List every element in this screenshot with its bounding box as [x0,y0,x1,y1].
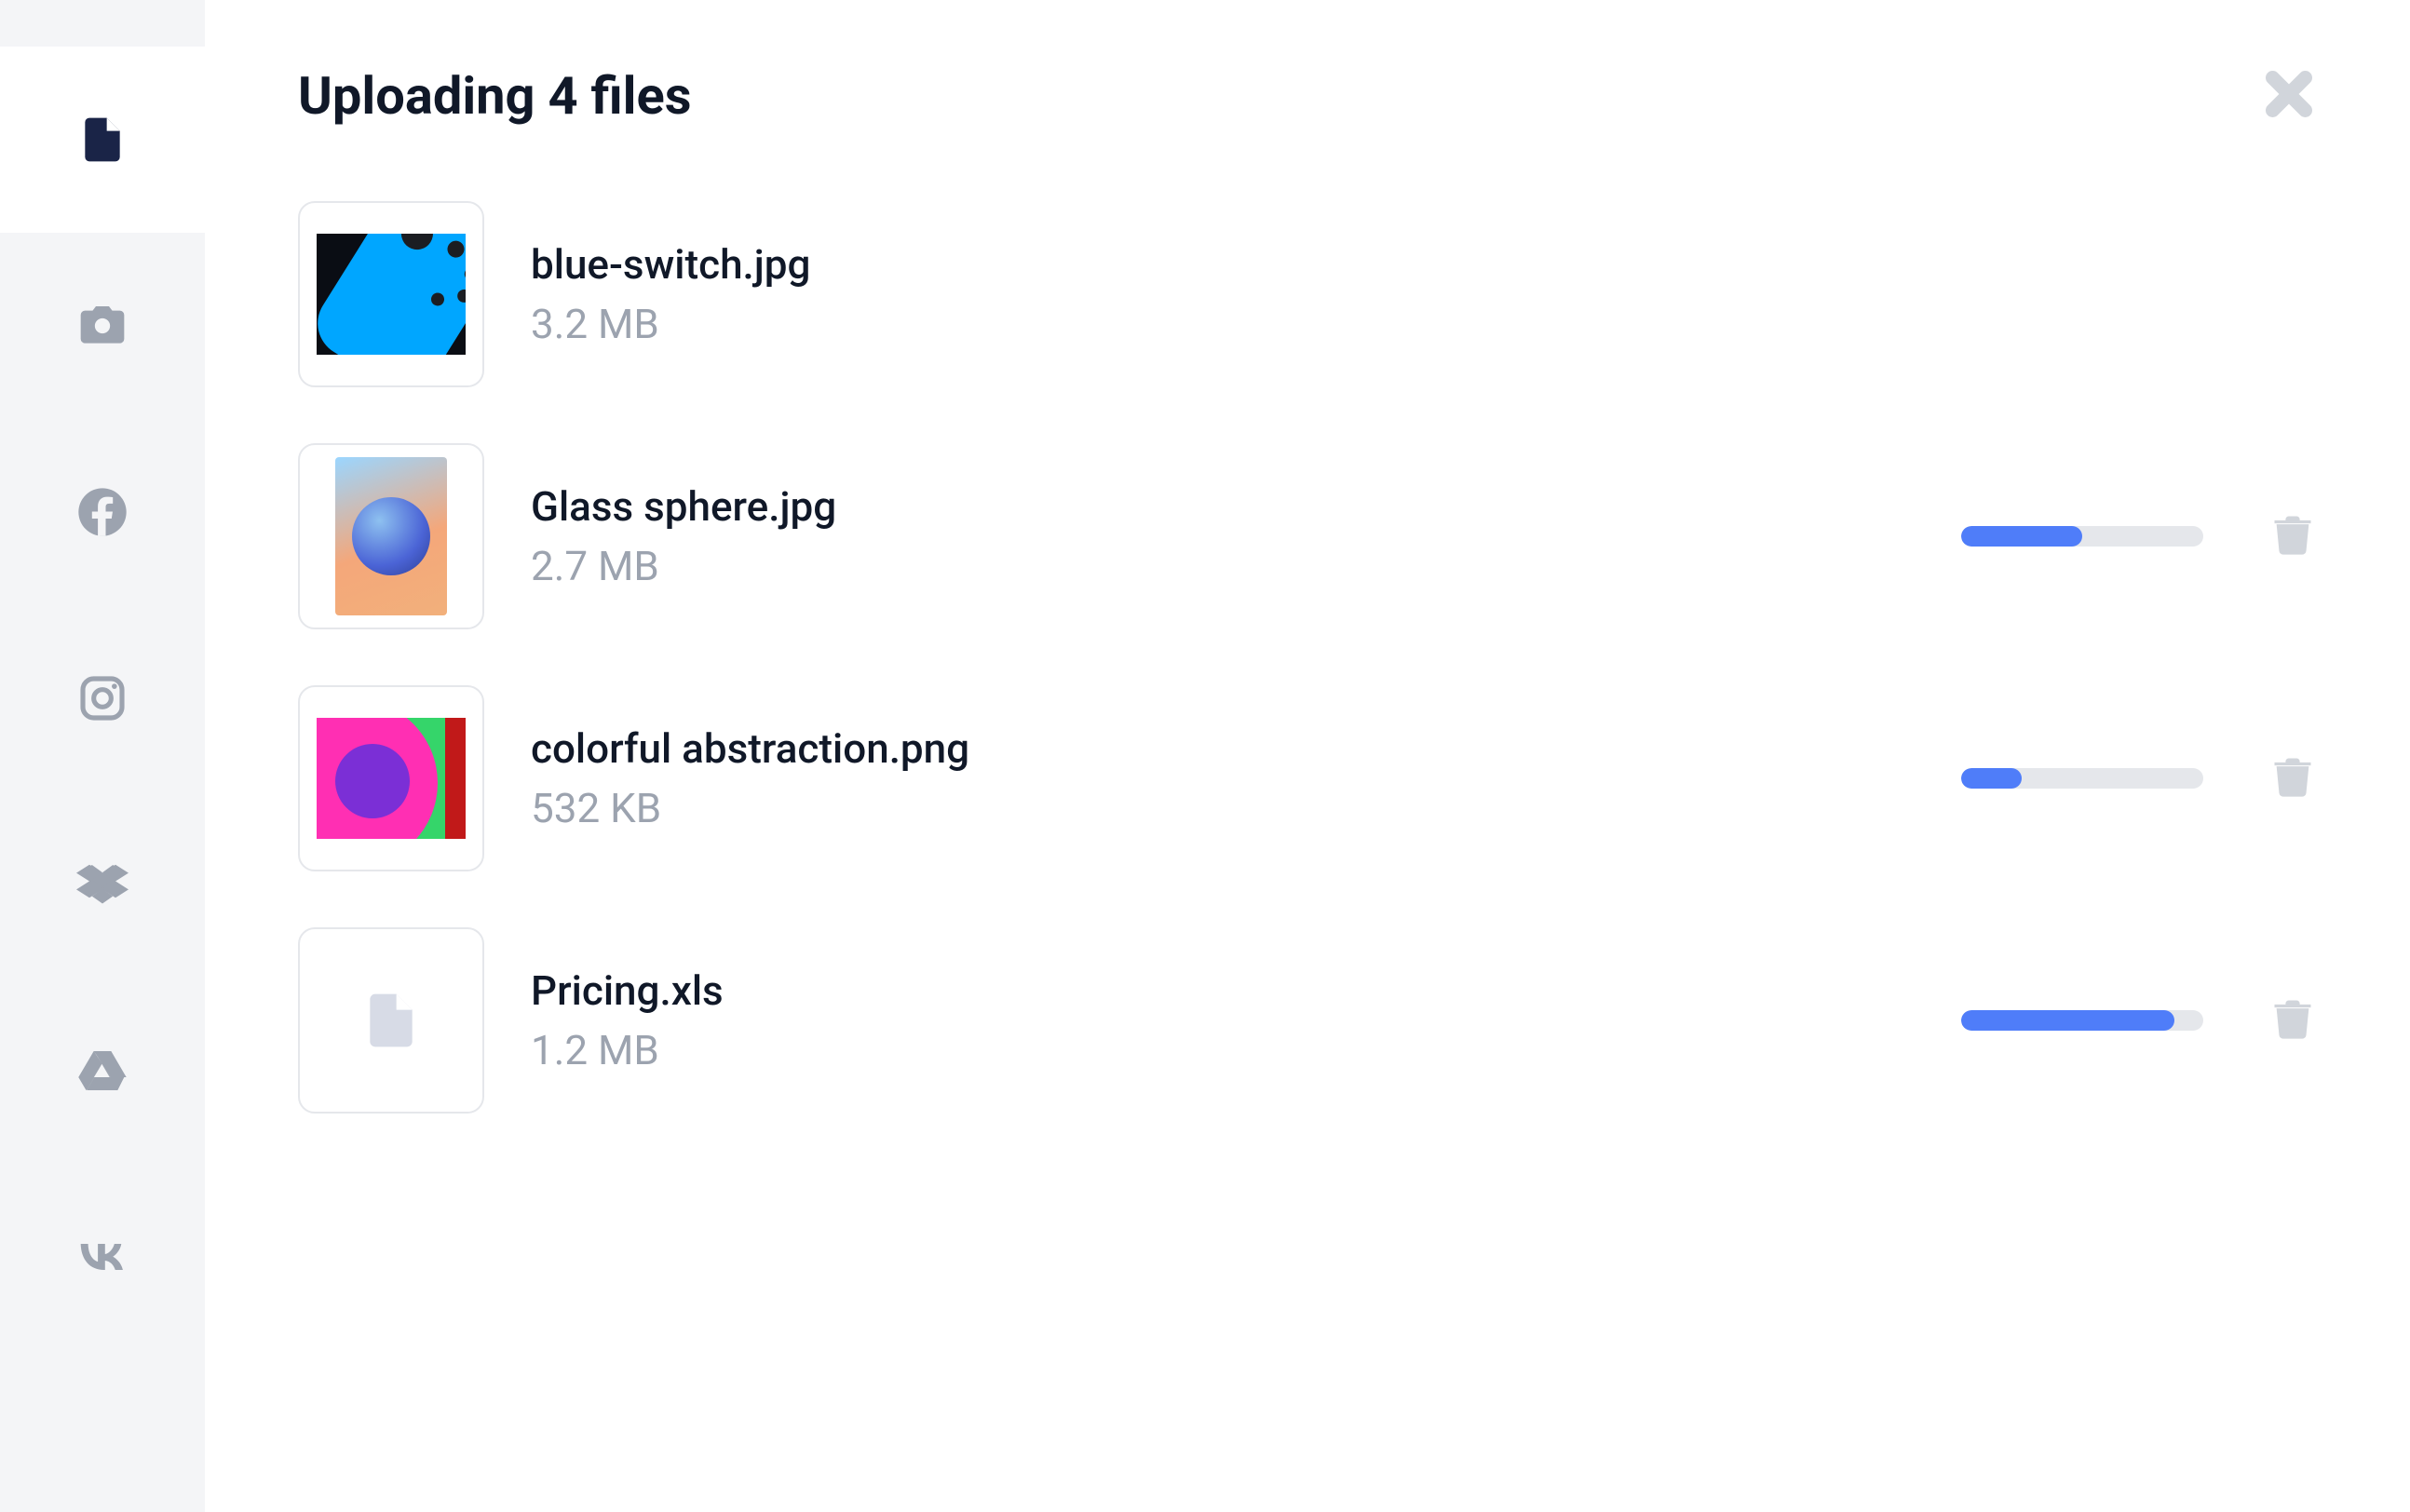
trash-icon [2268,994,2317,1043]
panel-header: Uploading 4 files [298,65,2317,127]
document-icon [359,981,423,1060]
close-icon [2261,66,2317,122]
file-size: 1.2 MB [531,1026,1915,1074]
file-actions [1961,752,2317,804]
upload-progress [1961,526,2203,547]
panel-title: Uploading 4 files [298,65,692,127]
google-drive-icon [76,1045,129,1097]
file-thumbnail[interactable] [298,927,484,1114]
file-size: 532 KB [531,784,1915,832]
facebook-icon [76,486,129,538]
file-icon [76,114,129,166]
file-meta: Glass sphere.jpg 2.7 MB [531,482,1915,590]
delete-button[interactable] [2268,510,2317,562]
file-name: Glass sphere.jpg [531,482,1915,531]
file-thumbnail[interactable] [298,443,484,629]
source-facebook[interactable] [0,419,205,605]
source-google-drive[interactable] [0,978,205,1164]
camera-icon [76,300,129,352]
file-list: blue-switch.jpg 3.2 MB Glass sphere.jpg … [298,201,2317,1114]
file-row: Glass sphere.jpg 2.7 MB [298,443,2317,629]
vk-icon [76,1231,129,1283]
file-thumbnail[interactable] [298,201,484,387]
upload-progress-bar [1961,1010,2174,1031]
file-thumbnail[interactable] [298,685,484,871]
file-row: blue-switch.jpg 3.2 MB [298,201,2317,387]
file-size: 2.7 MB [531,542,1915,590]
file-meta: Pricing.xls 1.2 MB [531,966,1915,1074]
file-meta: colorful abstraction.png 532 KB [531,724,1915,832]
delete-button[interactable] [2268,994,2317,1046]
file-actions [1961,510,2317,562]
delete-button[interactable] [2268,752,2317,804]
file-meta: blue-switch.jpg 3.2 MB [531,240,2317,348]
thumbnail-image [317,234,466,355]
source-local-files[interactable] [0,47,205,233]
file-size: 3.2 MB [531,300,2317,348]
upload-progress [1961,768,2203,789]
file-name: blue-switch.jpg [531,240,2317,289]
file-row: colorful abstraction.png 532 KB [298,685,2317,871]
trash-icon [2268,752,2317,801]
upload-progress [1961,1010,2203,1031]
file-row: Pricing.xls 1.2 MB [298,927,2317,1114]
source-dropbox[interactable] [0,791,205,978]
thumbnail-image [335,457,447,615]
upload-progress-bar [1961,768,2022,789]
trash-icon [2268,510,2317,559]
upload-progress-bar [1961,526,2082,547]
source-instagram[interactable] [0,605,205,791]
dropbox-icon [76,858,129,911]
file-name: Pricing.xls [531,966,1915,1015]
file-name: colorful abstraction.png [531,724,1915,773]
thumbnail-image [317,718,466,839]
source-vk[interactable] [0,1164,205,1350]
instagram-icon [76,672,129,724]
file-actions [1961,994,2317,1046]
source-camera[interactable] [0,233,205,419]
upload-panel: Uploading 4 files blue-switch.jpg 3.2 MB [205,0,2410,1512]
source-sidebar [0,0,205,1512]
close-button[interactable] [2261,66,2317,126]
